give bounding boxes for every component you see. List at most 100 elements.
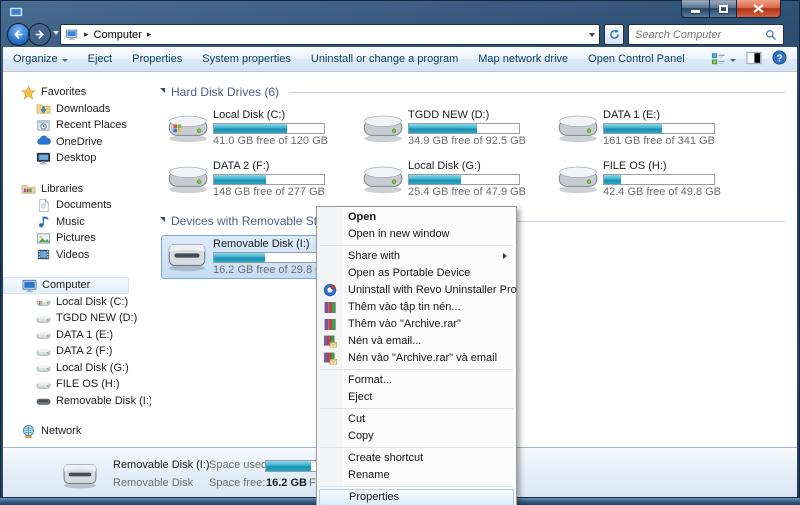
sidebar-section-network[interactable]: Network xyxy=(3,423,151,440)
menu-item-th-m-v-o-archive-rar[interactable]: Thêm vào "Archive.rar" xyxy=(317,316,516,333)
drive-capacity-fill xyxy=(604,124,662,133)
drive-info: Local Disk (C:)41.0 GB free of 120 GB xyxy=(213,109,328,147)
toolbar-eject[interactable]: Eject xyxy=(78,47,122,72)
sidebar-item-local-disk-g[interactable]: Local Disk (G:) xyxy=(3,360,151,377)
toolbar-properties[interactable]: Properties xyxy=(122,47,192,72)
toolbar-organize[interactable]: Organize xyxy=(3,47,78,72)
group-collapse-icon[interactable] xyxy=(160,217,165,222)
drive-capacity-bar xyxy=(213,123,325,134)
menu-item-th-m-v-o-t-p-tin-n-n[interactable]: Thêm vào tập tin nén... xyxy=(317,299,516,316)
drive-icon xyxy=(554,160,600,194)
sidebar-item-label: TGDD NEW (D:) xyxy=(56,312,137,324)
toolbar-system-properties[interactable]: System properties xyxy=(192,47,301,72)
group-collapse-icon[interactable] xyxy=(160,88,165,93)
sidebar-item-desktop[interactable]: Desktop xyxy=(3,150,151,167)
drive-tile-local-disk-c[interactable]: Local Disk (C:)41.0 GB free of 120 GB xyxy=(161,106,351,150)
sidebar-item-tgdd-new-d[interactable]: TGDD NEW (D:) xyxy=(3,310,151,327)
views-button[interactable] xyxy=(711,52,736,66)
help-button[interactable]: ? xyxy=(772,50,787,68)
tree-spacer xyxy=(3,263,151,277)
toolbar-uninstall-or-change-a-program[interactable]: Uninstall or change a program xyxy=(301,47,468,72)
menu-item-label: Thêm vào tập tin nén... xyxy=(348,301,461,313)
sidebar-item-data-2-f[interactable]: DATA 2 (F:) xyxy=(3,343,151,360)
sidebar-section-favorites[interactable]: Favorites xyxy=(3,84,151,101)
menu-item-format[interactable]: Format... xyxy=(317,372,516,389)
drive-tiles: Local Disk (C:)41.0 GB free of 120 GB TGD… xyxy=(159,101,789,209)
drive-icon xyxy=(554,109,600,143)
menu-item-n-n-v-email[interactable]: Nén và email... xyxy=(317,333,516,350)
drive-tile-data-2-f[interactable]: DATA 2 (F:)148 GB free of 277 GB xyxy=(161,157,351,201)
back-button[interactable] xyxy=(7,23,30,46)
drive-tile-local-disk-g[interactable]: Local Disk (G:)25.4 GB free of 47.9 GB xyxy=(356,157,546,201)
group-title: Hard Disk Drives (6) xyxy=(171,85,279,99)
star-icon xyxy=(21,85,36,100)
drive-capacity-bar xyxy=(408,174,520,185)
menu-item-label: Open xyxy=(348,211,376,223)
sidebar-item-file-os-h[interactable]: FILE OS (H:) xyxy=(3,376,151,393)
sidebar-item-pictures[interactable]: Pictures xyxy=(3,230,151,247)
menu-item-label: Properties xyxy=(349,491,399,503)
sidebar-item-onedrive[interactable]: OneDrive xyxy=(3,134,151,151)
toolbar-label: Map network drive xyxy=(478,47,568,72)
sidebar-item-videos[interactable]: Videos xyxy=(3,247,151,264)
close-button[interactable] xyxy=(737,0,781,18)
sidebar-item-label: Removable Disk (I:) xyxy=(56,395,151,407)
recent-pages-chevron-icon[interactable] xyxy=(53,31,59,35)
menu-item-cut[interactable]: Cut xyxy=(317,411,516,428)
preview-pane-button[interactable] xyxy=(746,51,762,68)
sidebar-item-music[interactable]: Music xyxy=(3,214,151,231)
menu-item-open-as-portable-device[interactable]: Open as Portable Device xyxy=(317,265,516,282)
network-icon xyxy=(21,424,36,439)
menu-item-share-with[interactable]: Share with xyxy=(317,248,516,265)
drive-name: DATA 2 (F:) xyxy=(213,160,325,174)
revo-icon xyxy=(323,283,338,298)
sidebar-section-libraries[interactable]: Libraries xyxy=(3,181,151,198)
menu-item-create-shortcut[interactable]: Create shortcut xyxy=(317,450,516,467)
menu-item-rename[interactable]: Rename xyxy=(317,467,516,484)
sidebar-item-label: Downloads xyxy=(56,103,110,115)
drive-tile-file-os-h[interactable]: FILE OS (H:)42.4 GB free of 49.8 GB xyxy=(551,157,741,201)
drive-capacity-bar xyxy=(213,174,325,185)
menu-item-label: Uninstall with Revo Uninstaller Pro xyxy=(348,284,517,296)
search-input[interactable] xyxy=(635,29,765,41)
menu-item-copy[interactable]: Copy xyxy=(317,428,516,445)
space-used-label: Space used: xyxy=(209,459,270,471)
drive-tile-tgdd-new-d[interactable]: TGDD NEW (D:)34.9 GB free of 92.5 GB xyxy=(356,106,546,150)
sidebar-item-recent-places[interactable]: Recent Places xyxy=(3,117,151,134)
drive-windows-icon xyxy=(164,109,210,143)
toolbar-map-network-drive[interactable]: Map network drive xyxy=(468,47,578,72)
address-bar[interactable]: ▸ Computer ▸ xyxy=(60,24,600,45)
address-dropdown-icon[interactable] xyxy=(589,33,595,37)
sidebar-item-label: Documents xyxy=(56,199,112,211)
sidebar-item-local-disk-c[interactable]: Local Disk (C:) xyxy=(3,294,151,311)
explorer-window: ▸ Computer ▸ OrganizeEjectPropertiesSyst… xyxy=(0,0,800,505)
drive-tile-data-1-e[interactable]: DATA 1 (E:)161 GB free of 341 GB xyxy=(551,106,741,150)
forward-button[interactable] xyxy=(28,23,51,46)
toolbar-items: OrganizeEjectPropertiesSystem properties… xyxy=(3,47,695,72)
sidebar-section-computer[interactable]: Computer xyxy=(3,277,129,294)
sidebar-item-data-1-e[interactable]: DATA 1 (E:) xyxy=(3,327,151,344)
menu-item-n-n-v-o-archive-rar-v-email[interactable]: Nén vào "Archive.rar" và email xyxy=(317,350,516,367)
group-header-hard-disk-drives-6[interactable]: Hard Disk Drives (6) xyxy=(159,82,789,101)
menu-item-open-in-new-window[interactable]: Open in new window xyxy=(317,226,516,243)
search-box[interactable] xyxy=(628,24,784,45)
menu-item-uninstall-with-revo-uninstaller-pro[interactable]: Uninstall with Revo Uninstaller Pro xyxy=(317,282,516,299)
breadcrumb-computer[interactable]: Computer xyxy=(94,29,142,41)
menu-item-properties[interactable]: Properties xyxy=(319,489,514,505)
drive-icon xyxy=(36,311,51,326)
minimize-button[interactable] xyxy=(681,0,710,18)
sidebar-item-documents[interactable]: Documents xyxy=(3,197,151,214)
menu-item-eject[interactable]: Eject xyxy=(317,389,516,406)
sidebar-item-downloads[interactable]: Downloads xyxy=(3,101,151,118)
drive-capacity-fill xyxy=(409,124,477,133)
drive-caption: 25.4 GB free of 47.9 GB xyxy=(408,186,526,198)
back-arrow-icon xyxy=(12,28,25,41)
maximize-button[interactable] xyxy=(710,0,737,18)
toolbar-open-control-panel[interactable]: Open Control Panel xyxy=(578,47,695,72)
drive-capacity-fill xyxy=(409,175,461,184)
sidebar-item-removable-disk-i[interactable]: Removable Disk (I:) xyxy=(3,393,151,410)
desktop-icon xyxy=(36,151,51,166)
help-icon: ? xyxy=(772,50,787,65)
menu-item-open[interactable]: Open xyxy=(317,209,516,226)
refresh-button[interactable] xyxy=(604,24,624,45)
